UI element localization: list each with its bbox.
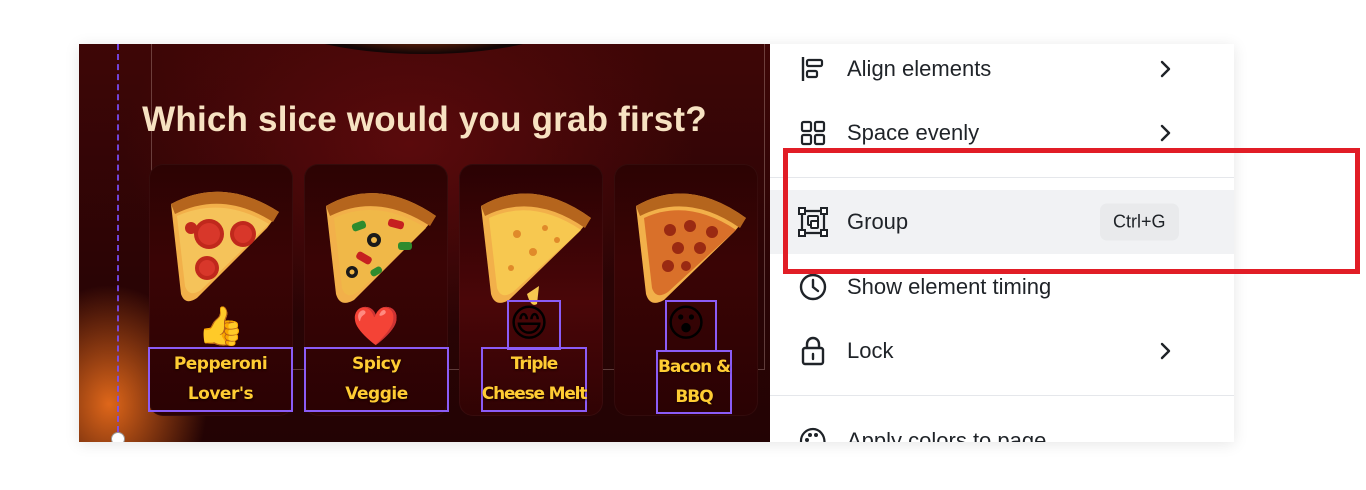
menu-item-label: Lock [847, 338, 894, 363]
menu-item-apply-colors[interactable]: Apply colors to page [770, 409, 1234, 442]
menu-item-label: Apply colors to page [847, 428, 1047, 442]
cheese-slice-image [481, 193, 591, 305]
card-label-veggie[interactable]: Spicy Veggie [304, 349, 449, 409]
chevron-right-icon [1155, 341, 1175, 361]
menu-item-label: Space evenly [847, 120, 980, 145]
design-canvas[interactable]: Which slice would you grab first? 👍 ❤️ 😄… [79, 44, 770, 442]
menu-item-align-elements[interactable]: Align elements [770, 44, 1234, 101]
resize-handle[interactable] [111, 432, 125, 442]
menu-item-label: Show element timing [847, 274, 1052, 299]
pepperoni-slice-image [171, 191, 279, 302]
menu-item-lock[interactable]: Lock [770, 319, 1234, 383]
menu-item-label: Align elements [847, 56, 992, 81]
heart-icon[interactable]: ❤️ [350, 304, 402, 350]
lock-icon [796, 334, 830, 368]
space-evenly-icon [796, 116, 830, 150]
align-elements-icon [796, 52, 830, 86]
label-line: Veggie [345, 384, 408, 404]
bacon-slice-image [636, 193, 746, 303]
label-line: Lover's [187, 384, 254, 404]
veggie-slice-image [326, 193, 436, 303]
card-label-pepperoni[interactable]: Pepperoni Lover's [148, 349, 293, 409]
menu-divider [770, 395, 1234, 396]
design-title[interactable]: Which slice would you grab first? [79, 100, 770, 140]
card-label-cheese[interactable]: Triple Cheese Melt [481, 349, 588, 409]
label-line: Pepperoni [173, 354, 268, 374]
annotation-highlight-box [783, 148, 1360, 274]
timer-icon [796, 270, 830, 304]
label-line: Cheese Melt [481, 384, 588, 404]
thumbs-up-icon[interactable]: 👍 [195, 304, 247, 350]
chevron-right-icon [1155, 59, 1175, 79]
emoji-selection-box [665, 300, 717, 352]
card-label-bacon[interactable]: Bacon & BBQ [656, 352, 732, 412]
label-line: BBQ [675, 387, 713, 407]
chevron-right-icon [1155, 123, 1175, 143]
emoji-selection-box [507, 300, 561, 350]
palette-icon [796, 424, 830, 442]
label-line: Spicy [352, 354, 401, 374]
label-line: Triple [510, 354, 558, 374]
label-line: Bacon & [657, 357, 731, 377]
